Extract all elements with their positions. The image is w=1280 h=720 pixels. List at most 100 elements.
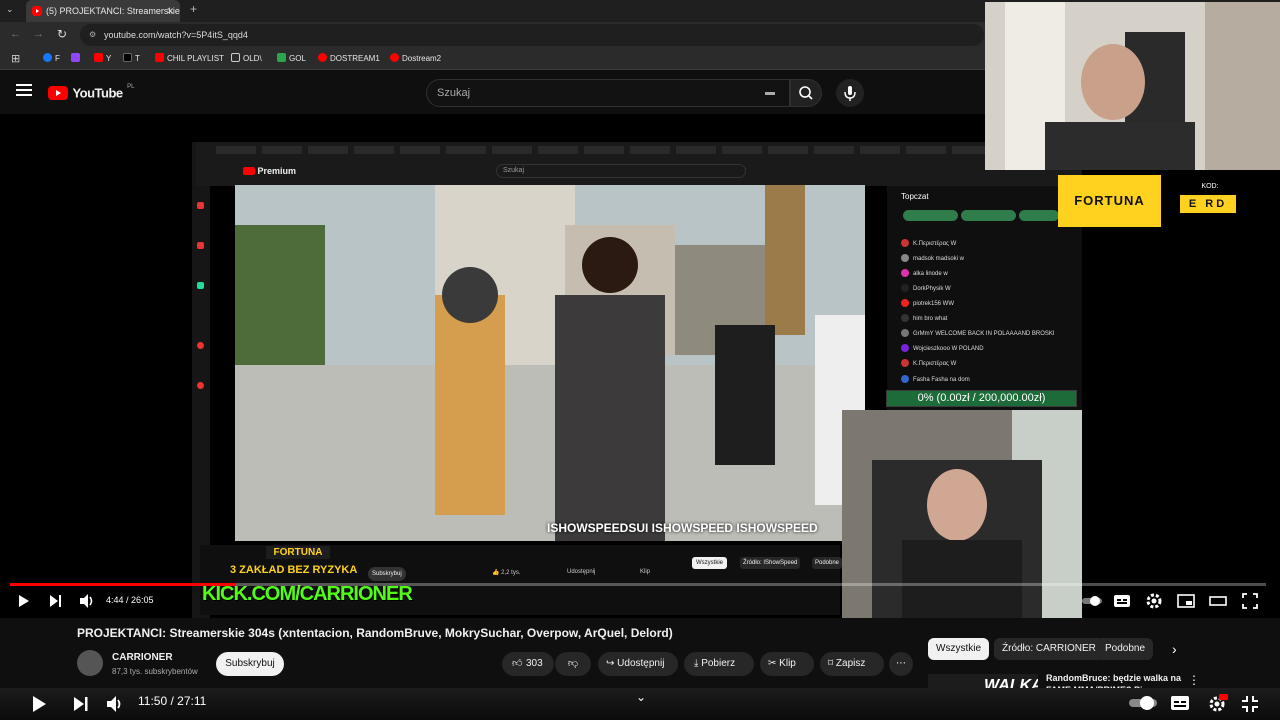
next-icon bbox=[74, 697, 88, 711]
voice-search-button[interactable] bbox=[836, 79, 864, 107]
social-handles-overlay: ISHOWSPEEDSUI ISHOWSPEED ISHOWSPEED bbox=[547, 521, 818, 535]
sidebar-app-icon bbox=[197, 282, 204, 289]
bookmark-twitch[interactable] bbox=[71, 53, 83, 65]
outer-player-time: 11:50 / 27:11 bbox=[138, 694, 207, 708]
bookmark-dostream2[interactable]: Dostream2 bbox=[390, 53, 441, 65]
bookmark-y[interactable]: Y bbox=[94, 53, 111, 65]
outer-volume-button[interactable] bbox=[104, 693, 126, 715]
miniplayer-button[interactable] bbox=[1175, 590, 1197, 612]
download-button[interactable]: ⤓ Pobierz bbox=[684, 652, 754, 676]
subtitles-icon bbox=[1171, 696, 1189, 710]
promo-code-value: E RD bbox=[1180, 195, 1236, 213]
player-controls: 4:44 / 26:05 bbox=[0, 590, 1280, 612]
stream-chip-similar: Podobne bbox=[812, 557, 843, 569]
bookmark-icon: ⌑ bbox=[828, 658, 836, 669]
channel-avatar[interactable] bbox=[77, 650, 103, 676]
live-chat-panel: Topczat K.Περιστέρας W madsok madsoki w … bbox=[887, 186, 1082, 410]
stream-youtube-logo: Premium bbox=[243, 166, 296, 176]
bookmark-gol[interactable]: GOL bbox=[277, 53, 306, 65]
gear-icon bbox=[1209, 694, 1228, 712]
thumbs-up-icon: 👍︎ bbox=[512, 658, 523, 669]
dislike-button[interactable]: 👎︎ bbox=[555, 652, 591, 676]
next-button[interactable] bbox=[44, 590, 66, 612]
subscribe-button[interactable]: Subskrybuj bbox=[216, 652, 284, 676]
youtube-bookmark-icon bbox=[94, 53, 103, 62]
autoplay-toggle-icon bbox=[1082, 596, 1102, 606]
player-time: 4:44 / 26:05 bbox=[106, 595, 154, 605]
chat-message: madsok madsoki w bbox=[901, 254, 964, 262]
fullscreen-button[interactable] bbox=[1239, 590, 1261, 612]
apps-grid-icon[interactable]: ⊞ bbox=[11, 52, 20, 65]
tab-close-icon[interactable]: ✕ bbox=[166, 0, 174, 22]
chips-next-chevron-icon[interactable]: › bbox=[1172, 641, 1177, 657]
subtitles-icon bbox=[1114, 595, 1130, 607]
bookmark-chil-playlist[interactable]: CHIL PLAYLIST bbox=[155, 53, 224, 65]
chat-message: DorkPhysik W bbox=[901, 284, 951, 292]
outer-fullscreen-exit-button[interactable] bbox=[1240, 694, 1260, 714]
keyboard-icon[interactable]: ▬ bbox=[765, 80, 775, 106]
scissors-icon: ✂ bbox=[768, 658, 780, 669]
chat-message: K.Περιστέρας W bbox=[901, 359, 956, 367]
reload-icon[interactable]: ↻ bbox=[57, 27, 67, 41]
chip-similar[interactable]: Podobne bbox=[1097, 638, 1154, 660]
outer-expand-chevron-icon[interactable]: ⌄ bbox=[636, 690, 646, 704]
bookmark-t[interactable]: T bbox=[123, 53, 140, 65]
outer-subtitles-button[interactable] bbox=[1170, 694, 1190, 712]
autoplay-toggle-icon bbox=[1129, 696, 1157, 710]
like-button[interactable]: 👍︎ 303 bbox=[502, 652, 554, 676]
player-progress-fill bbox=[10, 583, 237, 586]
chip-all[interactable]: Wszystkie bbox=[928, 638, 989, 660]
theater-mode-button[interactable] bbox=[1207, 590, 1229, 612]
volume-button[interactable] bbox=[76, 590, 98, 612]
more-dots-icon: ⋯ bbox=[896, 658, 906, 669]
subscriber-count: 87,3 tys. subskrybentów bbox=[112, 667, 198, 676]
chat-message: Wojcieszkooo W POLAND bbox=[901, 344, 984, 352]
autoplay-toggle[interactable] bbox=[1080, 590, 1102, 612]
x-icon bbox=[123, 53, 132, 62]
share-button[interactable]: ↪ Udostępnij bbox=[598, 652, 678, 676]
search-input[interactable]: Szukaj ▬ bbox=[426, 79, 790, 107]
topchat-dropdown: Topczat bbox=[901, 192, 929, 201]
fullscreen-exit-icon bbox=[1242, 696, 1258, 712]
play-button[interactable] bbox=[12, 590, 34, 612]
menu-icon[interactable] bbox=[16, 83, 32, 97]
outer-autoplay-toggle[interactable] bbox=[1128, 695, 1158, 711]
bookmark-f[interactable]: F bbox=[43, 53, 60, 65]
fortuna-banner: FORTUNA bbox=[266, 546, 330, 559]
bookmark-dostream1[interactable]: DOSTREAM1 bbox=[318, 53, 380, 65]
promo-banner: 3 ZAKŁAD BEZ RYZYKA bbox=[230, 564, 358, 576]
bookmark-folder-old[interactable]: OLD\ bbox=[231, 53, 262, 65]
more-actions-button[interactable]: ⋯ bbox=[889, 652, 913, 676]
streamer-webcam-top bbox=[985, 2, 1280, 170]
dostream-icon bbox=[390, 53, 399, 62]
forward-icon[interactable]: → bbox=[33, 28, 44, 40]
youtube-logo[interactable]: YouTube PL bbox=[48, 84, 134, 102]
search-button[interactable] bbox=[790, 79, 822, 107]
stream-video-frame: ISHOWSPEEDSUI ISHOWSPEED ISHOWSPEED bbox=[235, 185, 865, 541]
tab-title: (5) PROJEKTANCI: Streamerskie bbox=[46, 6, 180, 16]
chat-supporters-chips bbox=[903, 210, 1063, 222]
save-button[interactable]: ⌑ Zapisz bbox=[820, 652, 884, 676]
gear-icon bbox=[1146, 593, 1162, 609]
browser-tab-active[interactable]: (5) PROJEKTANCI: Streamerskie ✕ bbox=[26, 0, 180, 22]
outer-next-button[interactable] bbox=[70, 693, 92, 715]
tab-list-chevron-icon[interactable]: ⌄ bbox=[6, 4, 20, 18]
outer-play-button[interactable] bbox=[28, 693, 50, 715]
dostream-icon bbox=[318, 53, 327, 62]
settings-button[interactable] bbox=[1143, 590, 1165, 612]
outer-settings-button[interactable] bbox=[1206, 693, 1228, 715]
chat-message: alka linode w bbox=[901, 269, 948, 277]
miniplayer-icon bbox=[1177, 594, 1195, 608]
recommended-more-icon[interactable]: ⋮ bbox=[1188, 673, 1200, 687]
new-tab-icon[interactable]: + bbox=[190, 2, 197, 16]
back-icon[interactable]: ← bbox=[10, 28, 21, 40]
channel-name[interactable]: CARRIONER bbox=[112, 652, 173, 663]
url-field[interactable]: ⚙ youtube.com/watch?v=5P4itS_qqd4 bbox=[80, 24, 984, 46]
player-progress-bar[interactable] bbox=[10, 583, 1266, 586]
site-info-icon[interactable]: ⚙ bbox=[89, 24, 96, 46]
chip-source[interactable]: Źródło: CARRIONER bbox=[994, 638, 1104, 660]
subtitles-button[interactable] bbox=[1111, 590, 1133, 612]
stream-subscribe-button: Subskrybuj bbox=[368, 567, 406, 581]
clip-button[interactable]: ✂ Klip bbox=[760, 652, 814, 676]
chat-message: K.Περιστέρας W bbox=[901, 239, 956, 247]
